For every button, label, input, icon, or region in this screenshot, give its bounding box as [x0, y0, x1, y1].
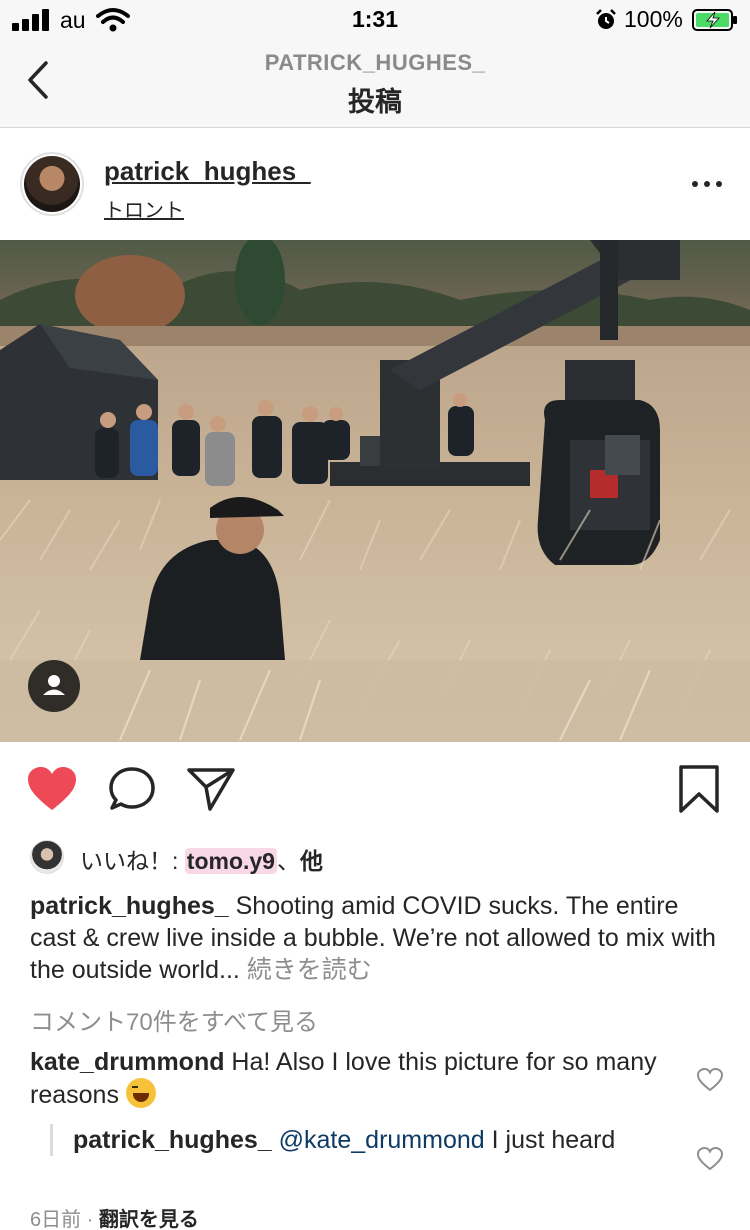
comment-icon[interactable]: [108, 766, 158, 814]
grinning-squinting-face-emoji: [125, 1078, 156, 1108]
reply-mention[interactable]: @kate_drummond: [272, 1126, 485, 1154]
heart-filled-icon[interactable]: [26, 766, 78, 812]
post-time: 6日前: [30, 1209, 82, 1230]
likes-row[interactable]: いいね！: tomo.y9、他: [30, 838, 730, 878]
post-photo[interactable]: [0, 240, 750, 742]
read-more-link[interactable]: 続きを読む: [247, 956, 372, 984]
post-header: patrick_hughes_ トロント: [0, 128, 750, 240]
comment: kate_drummond Ha! Also I love this pictu…: [30, 1046, 680, 1111]
send-icon[interactable]: [186, 766, 236, 812]
reply-text: I just heard: [484, 1126, 616, 1154]
nav-subtitle: PATRICK_HUGHES_: [264, 50, 486, 75]
reply-username[interactable]: patrick_hughes_: [73, 1126, 272, 1154]
action-bar: [0, 742, 750, 832]
caption-username[interactable]: patrick_hughes_: [30, 892, 229, 920]
likes-others[interactable]: 他: [300, 848, 323, 874]
comment-reply: patrick_hughes_ @kate_drummond I just he…: [50, 1124, 650, 1156]
photo-illustration: [0, 240, 750, 742]
heart-outline-icon[interactable]: [697, 1147, 723, 1171]
status-bar: au 1:31 100%: [0, 0, 750, 40]
ellipsis-icon[interactable]: [690, 174, 724, 194]
avatar[interactable]: [20, 152, 84, 216]
likes-text: いいね！: tomo.y9、他: [80, 842, 323, 876]
battery-percent: 100%: [624, 6, 683, 32]
bookmark-icon[interactable]: [678, 764, 720, 814]
likes-separator: 、: [276, 848, 300, 874]
meta-separator: ·: [81, 1209, 99, 1230]
comment-username[interactable]: kate_drummond: [30, 1048, 224, 1076]
post-meta: 6日前 · 翻訳を見る: [30, 1203, 199, 1230]
alarm-icon: [596, 9, 616, 29]
nav-bar: PATRICK_HUGHES_ 投稿: [0, 40, 750, 128]
user-tag-icon[interactable]: [28, 660, 80, 712]
post-username[interactable]: patrick_hughes_: [104, 156, 311, 187]
translate-link[interactable]: 翻訳を見る: [99, 1209, 199, 1230]
likes-prefix: いいね！:: [80, 848, 185, 874]
view-all-comments-link[interactable]: コメント70件をすべて見る: [30, 1002, 318, 1037]
page-title: 投稿: [348, 87, 402, 117]
top-bar: au 1:31 100% PATRICK_HUGHES_ 投稿: [0, 0, 750, 128]
avatar[interactable]: [30, 840, 64, 874]
post-caption: patrick_hughes_ Shooting amid COVID suck…: [30, 890, 720, 986]
liked-by-user[interactable]: tomo.y9: [184, 848, 277, 874]
post-location[interactable]: トロント: [104, 194, 184, 223]
battery-charging-icon: [692, 9, 737, 31]
heart-outline-icon[interactable]: [697, 1068, 723, 1092]
